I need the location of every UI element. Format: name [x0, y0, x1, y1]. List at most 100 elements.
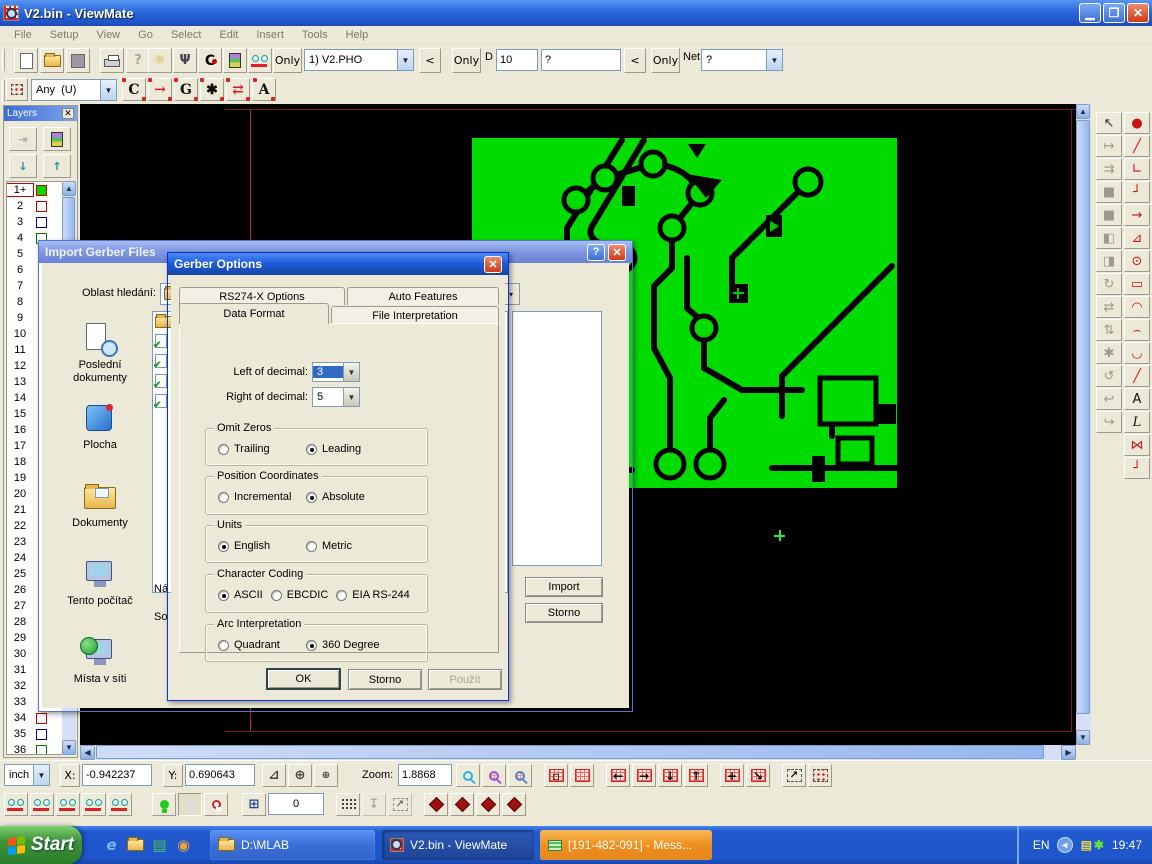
film-frame-button[interactable]: ▫: [544, 764, 568, 787]
layer-color-swatch[interactable]: [36, 185, 47, 196]
radio-english[interactable]: English: [218, 540, 306, 552]
layer-table-button[interactable]: [43, 127, 71, 151]
menu-go[interactable]: Go: [130, 27, 161, 43]
copy-items-tool-button[interactable]: ⇉: [1096, 158, 1122, 180]
menu-file[interactable]: File: [6, 27, 40, 43]
chevron-down-icon[interactable]: ▼: [33, 765, 49, 785]
toolbar-grip[interactable]: [2, 80, 5, 102]
layer-color-swatch[interactable]: [36, 745, 47, 756]
radio-icon[interactable]: [306, 541, 317, 552]
pad-style1-button[interactable]: [424, 793, 448, 816]
close-icon[interactable]: ✕: [62, 108, 74, 119]
dcode-star-button[interactable]: ✱: [200, 78, 224, 101]
place-recent-documents[interactable]: Poslední dokumenty: [52, 323, 148, 385]
view-dcodes-button[interactable]: [4, 793, 28, 816]
radio-icon[interactable]: [336, 590, 347, 601]
x-label-button[interactable]: X:: [60, 764, 80, 787]
only-net-button[interactable]: Only: [651, 48, 680, 73]
open-file-button[interactable]: [40, 48, 64, 73]
menu-view[interactable]: View: [88, 27, 128, 43]
save-file-button[interactable]: [66, 48, 90, 73]
align-tool-button[interactable]: ⇅: [1096, 319, 1122, 341]
horizontal-scrollbar[interactable]: ◀ ▶: [80, 745, 1076, 760]
tab-auto-features[interactable]: Auto Features: [347, 287, 499, 305]
chevron-down-icon[interactable]: ▼: [100, 80, 116, 100]
draw-circle-tool-button[interactable]: ⊙: [1124, 250, 1150, 272]
close-button[interactable]: ✕: [1127, 3, 1149, 23]
scroll-left-icon[interactable]: ◀: [80, 745, 95, 760]
radio-eia-rs-244[interactable]: EIA RS-244: [336, 589, 409, 601]
draw-sketch-tool-button[interactable]: ╱: [1124, 365, 1150, 387]
dcode-c-button[interactable]: C: [122, 78, 146, 101]
apply-button[interactable]: Použít: [428, 669, 502, 690]
y-label-button[interactable]: Y:: [163, 764, 183, 787]
hook-tool-button[interactable]: ┘: [1124, 457, 1150, 479]
dcode-input[interactable]: 10: [496, 49, 538, 71]
help-button[interactable]: ?: [587, 244, 605, 261]
radio-icon[interactable]: [306, 640, 317, 651]
vscroll-thumb[interactable]: [1076, 120, 1090, 714]
frame-resize-button[interactable]: +: [720, 764, 744, 787]
radio-ebcdic[interactable]: EBCDIC: [271, 589, 329, 601]
dcode-dots-button[interactable]: [6, 78, 28, 101]
menu-help[interactable]: Help: [338, 27, 377, 43]
radio-trailing[interactable]: Trailing: [218, 443, 306, 455]
icq-flower-icon[interactable]: ✱: [1094, 838, 1104, 852]
insert-layer-button[interactable]: ⇥: [9, 127, 37, 151]
scroll-up-icon[interactable]: ▲: [62, 181, 76, 196]
taskbar-button-2[interactable]: [191-482-091] - Mess...: [540, 830, 712, 860]
radio-icon[interactable]: [306, 492, 317, 503]
radio-leading[interactable]: Leading: [306, 443, 361, 455]
rotate-tool-button[interactable]: ↻: [1096, 273, 1122, 295]
local-origin-button[interactable]: ⊕: [314, 764, 338, 787]
prev-layer-button[interactable]: <: [419, 48, 441, 73]
print-button[interactable]: [100, 48, 124, 73]
aperture-filter-combo[interactable]: Any (U) ▼: [31, 79, 117, 101]
menu-tools[interactable]: Tools: [294, 27, 336, 43]
ie-button[interactable]: e: [100, 833, 123, 857]
cancel-button[interactable]: Storno: [525, 603, 603, 623]
move-layer-up-button[interactable]: ↑: [43, 154, 71, 178]
dcode-a-button[interactable]: A: [252, 78, 276, 101]
new-file-button[interactable]: [14, 48, 38, 73]
cancel-button[interactable]: Storno: [348, 669, 422, 690]
anchor-button[interactable]: ↧: [362, 793, 386, 816]
x-coordinate-field[interactable]: -0.942237: [82, 764, 152, 786]
prev-dcode-button[interactable]: <: [624, 48, 646, 73]
fill-square2-tool-button[interactable]: ■: [1096, 204, 1122, 226]
close-button[interactable]: ✕: [608, 244, 626, 261]
radio-360-degree[interactable]: 360 Degree: [306, 639, 380, 651]
minimize-button[interactable]: ▁: [1079, 3, 1101, 23]
gerber-options-titlebar[interactable]: Gerber Options ✕: [168, 253, 508, 275]
close-icon[interactable]: ✕: [484, 256, 502, 273]
launch-folder-button[interactable]: [124, 833, 147, 857]
angle-measure-button[interactable]: ⊿: [262, 764, 286, 787]
undo-tool-button[interactable]: ↺: [1096, 365, 1122, 387]
start-button[interactable]: Start: [0, 826, 82, 864]
radio-ascii[interactable]: ASCII: [218, 589, 263, 601]
pan-left-button[interactable]: ←: [606, 764, 630, 787]
view-traces-button[interactable]: [82, 793, 106, 816]
dcode-g-button[interactable]: G: [174, 78, 198, 101]
dcode-arrow-button[interactable]: →: [148, 78, 172, 101]
radio-icon[interactable]: [271, 590, 282, 601]
radio-icon[interactable]: [218, 640, 229, 651]
pattern-select-button[interactable]: [808, 764, 832, 787]
scroll-right-icon[interactable]: ▶: [1061, 745, 1076, 760]
radio-icon[interactable]: [306, 444, 317, 455]
menu-setup[interactable]: Setup: [42, 27, 87, 43]
net-combo[interactable]: ? ▼: [701, 49, 783, 71]
bowtie-tool-button[interactable]: ⋈: [1124, 434, 1150, 456]
pan-down-button[interactable]: ↓: [658, 764, 682, 787]
selection-count-field[interactable]: 0: [268, 793, 324, 815]
pan-right-button[interactable]: →: [632, 764, 656, 787]
radio-icon[interactable]: [218, 444, 229, 455]
dcode-query-input[interactable]: ?: [541, 49, 621, 71]
collapse-tray-icon[interactable]: ◄: [1057, 837, 1073, 853]
chevron-down-icon[interactable]: ▼: [343, 363, 359, 381]
chevron-down-icon[interactable]: ▼: [397, 50, 413, 70]
preview-glasses-button[interactable]: [248, 48, 272, 73]
swap-tool-button[interactable]: ⇄: [1096, 296, 1122, 318]
stretch-button[interactable]: ↗: [388, 793, 412, 816]
taskbar-button-1[interactable]: V2.bin - ViewMate: [382, 830, 534, 860]
